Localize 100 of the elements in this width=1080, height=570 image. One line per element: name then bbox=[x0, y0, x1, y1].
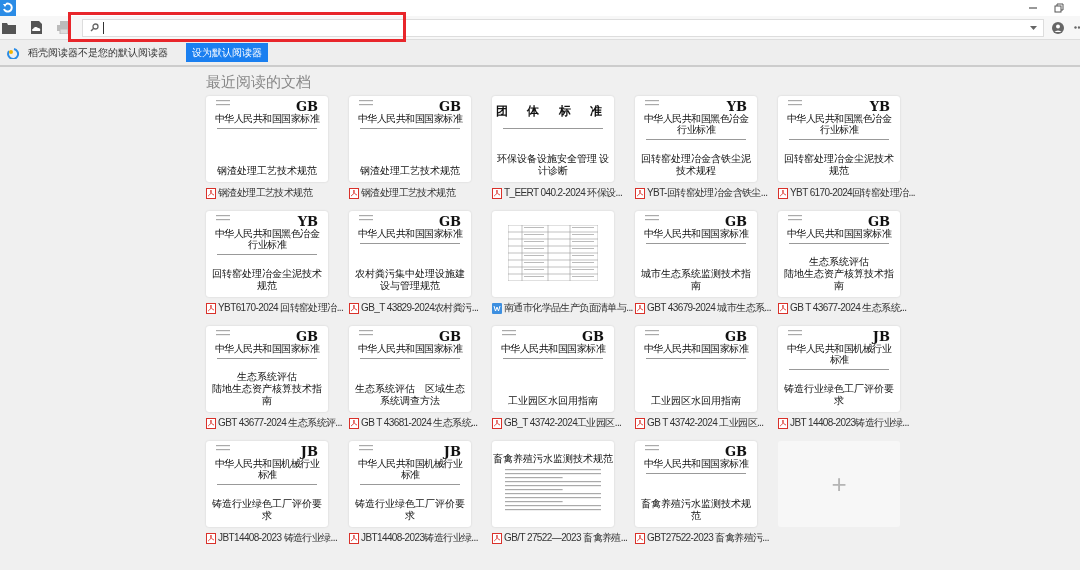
pdf-file-icon bbox=[635, 417, 645, 429]
document-thumbnail[interactable]: GB 中华人民共和国国家标准 生态系统评估 陆地生态资产核算技术指南 bbox=[206, 326, 328, 412]
search-field[interactable] bbox=[82, 18, 1044, 37]
document-name[interactable]: JBT14408-2023 铸造行业绿... bbox=[218, 532, 338, 544]
document-thumbnail[interactable]: YB 中华人民共和国黑色冶金行业标准 回转窑处理冶金含铁尘泥技术规程 bbox=[635, 96, 757, 182]
document-title: 回转窑处理冶金含铁尘泥技术规程 bbox=[640, 153, 752, 177]
standard-header: 中华人民共和国机械行业标准 bbox=[785, 343, 893, 365]
standard-mark: GB bbox=[581, 330, 604, 343]
document-name[interactable]: YBT6170-2024 回转窑处理冶... bbox=[218, 302, 344, 314]
user-icon[interactable] bbox=[1052, 21, 1064, 34]
document-thumbnail[interactable]: GB 中华人民共和国国家标准 农村粪污集中处理设施建设与管理规范 bbox=[349, 211, 471, 297]
document-thumbnail[interactable] bbox=[492, 211, 614, 297]
text-lines-drawing bbox=[788, 100, 802, 106]
text-lines-drawing bbox=[788, 330, 802, 336]
standard-mark: JB bbox=[872, 330, 890, 343]
document-thumbnail[interactable]: GB 中华人民共和国国家标准 生态系统评估 区域生态系统调查方法 bbox=[349, 326, 471, 412]
document-thumbnail[interactable]: YB 中华人民共和国黑色冶金行业标准 回转窑处理冶金尘泥技术规范 bbox=[206, 211, 328, 297]
document-thumbnail[interactable]: 畜禽养殖污水监测技术规范 bbox=[492, 441, 614, 527]
pdf-file-icon bbox=[206, 532, 216, 544]
document-thumbnail[interactable]: GB 中华人民共和国国家标准 工业园区水回用指南 bbox=[492, 326, 614, 412]
cloud-file-icon[interactable] bbox=[31, 21, 42, 34]
standard-mark: GB bbox=[724, 445, 747, 458]
standard-mark: GB bbox=[295, 330, 318, 343]
pdf-file-icon bbox=[635, 187, 645, 199]
document-name[interactable]: T_EERT 040.2-2024 环保设... bbox=[504, 187, 623, 199]
document-title: 农村粪污集中处理设施建设与管理规范 bbox=[354, 268, 466, 292]
document-name[interactable]: GB T 43681-2024 生态系统... bbox=[361, 417, 478, 429]
document-name[interactable]: 钢渣处理工艺技术规范 bbox=[218, 187, 312, 199]
document-thumbnail[interactable]: GB 中华人民共和国国家标准 城市生态系统监测技术指南 bbox=[635, 211, 757, 297]
document-title: 生态系统评估 bbox=[236, 371, 298, 383]
document-name[interactable]: GBT 43679-2024 城市生态系... bbox=[647, 302, 771, 314]
text-lines-drawing bbox=[645, 215, 659, 221]
document-name[interactable]: GBT 43677-2024 生态系统评... bbox=[218, 417, 342, 429]
pdf-file-icon bbox=[492, 417, 502, 429]
document-name[interactable]: GB_T 43829-2024农村粪污... bbox=[361, 302, 479, 314]
text-cursor bbox=[103, 21, 104, 34]
standard-header: 中华人民共和国国家标准 bbox=[357, 113, 463, 124]
set-default-button[interactable]: 设为默认阅读器 bbox=[186, 43, 268, 62]
document-name[interactable]: 钢渣处理工艺技术规范 bbox=[361, 187, 455, 199]
standard-mark: GB bbox=[438, 330, 461, 343]
document-thumbnail[interactable]: JB 中华人民共和国机械行业标准 铸造行业绿色工厂评价要求 bbox=[206, 441, 328, 527]
document-name[interactable]: GBT27522-2023 畜禽养殖污... bbox=[647, 532, 769, 544]
section-title: 最近阅读的文档 bbox=[206, 72, 312, 92]
word-file-icon bbox=[492, 302, 502, 314]
document-name[interactable]: GB T 43742-2024 工业园区... bbox=[647, 417, 764, 429]
document-title: 生态系统评估 区域生态系统调查方法 bbox=[354, 383, 466, 407]
standard-mark: YB bbox=[297, 215, 318, 228]
pdf-file-icon bbox=[349, 302, 359, 314]
document-title: 畜禽养殖污水监测技术规范 bbox=[493, 453, 613, 465]
standard-mark: JB bbox=[443, 445, 461, 458]
text-lines-drawing bbox=[216, 445, 230, 451]
pdf-file-icon bbox=[206, 302, 216, 314]
document-name[interactable]: GB/T 27522—2023 畜禽养殖... bbox=[504, 532, 628, 544]
document-title: 城市生态系统监测技术指南 bbox=[640, 268, 752, 292]
document-name[interactable]: YBT-回转窑处理冶金含铁尘... bbox=[647, 187, 768, 199]
document-thumbnail[interactable]: GB 中华人民共和国国家标准 钢渣处理工艺技术规范 bbox=[206, 96, 328, 182]
folder-icon[interactable] bbox=[2, 21, 16, 34]
document-thumbnail[interactable]: JB 中华人民共和国机械行业标准 铸造行业绿色工厂评价要求 bbox=[778, 326, 900, 412]
standard-mark: YB bbox=[726, 100, 747, 113]
document-thumbnail[interactable]: GB 中华人民共和国国家标准 钢渣处理工艺技术规范 bbox=[349, 96, 471, 182]
document-title: 铸造行业绿色工厂评价要求 bbox=[211, 498, 323, 522]
text-lines-drawing bbox=[216, 330, 230, 336]
document-thumbnail[interactable]: YB 中华人民共和国黑色冶金行业标准 回转窑处理冶金尘泥技术规范 bbox=[778, 96, 900, 182]
restore-icon[interactable] bbox=[1054, 3, 1064, 13]
text-lines-drawing bbox=[645, 100, 659, 106]
printer-icon[interactable] bbox=[57, 21, 71, 34]
document-name[interactable]: GB_T 43742-2024工业园区... bbox=[504, 417, 622, 429]
document-name[interactable]: JBT14408-2023铸造行业绿... bbox=[361, 532, 478, 544]
pdf-file-icon bbox=[778, 187, 788, 199]
standard-mark: GB bbox=[295, 100, 318, 113]
document-name[interactable]: GB T 43677-2024 生态系统... bbox=[790, 302, 907, 314]
document-thumbnail[interactable]: 团 体 标 准 环保设备设施安全管理 设计诊断 bbox=[492, 96, 614, 182]
document-title: 钢渣处理工艺技术规范 bbox=[217, 165, 317, 177]
standard-header: 中华人民共和国黑色冶金行业标准 bbox=[785, 113, 893, 135]
document-thumbnail[interactable]: JB 中华人民共和国机械行业标准 铸造行业绿色工厂评价要求 bbox=[349, 441, 471, 527]
notice-text: 稻壳阅读器不是您的默认阅读器 bbox=[28, 46, 168, 60]
document-name[interactable]: 南通市化学品生产负面清单与... bbox=[504, 302, 633, 314]
pdf-file-icon bbox=[635, 532, 645, 544]
more-icon[interactable] bbox=[1074, 26, 1080, 29]
document-thumbnail[interactable]: GB 中华人民共和国国家标准 生态系统评估 陆地生态资产核算技术指南 bbox=[778, 211, 900, 297]
standard-header: 中华人民共和国黑色冶金行业标准 bbox=[213, 228, 321, 250]
document-title: 铸造行业绿色工厂评价要求 bbox=[354, 498, 466, 522]
standard-header: 中华人民共和国机械行业标准 bbox=[356, 458, 464, 480]
pdf-file-icon bbox=[778, 302, 788, 314]
standard-header: 中华人民共和国国家标准 bbox=[786, 228, 892, 239]
dropdown-caret-icon[interactable] bbox=[1030, 25, 1037, 30]
text-lines-drawing bbox=[788, 215, 802, 221]
document-thumbnail[interactable]: GB 中华人民共和国国家标准 畜禽养殖污水监测技术规范 bbox=[635, 441, 757, 527]
text-lines-drawing bbox=[645, 445, 659, 451]
standard-mark: GB bbox=[724, 330, 747, 343]
document-name[interactable]: JBT 14408-2023铸造行业绿... bbox=[790, 417, 909, 429]
document-thumbnail[interactable]: GB 中华人民共和国国家标准 工业园区水回用指南 bbox=[635, 326, 757, 412]
document-title: 钢渣处理工艺技术规范 bbox=[360, 165, 460, 177]
document-name[interactable]: YBT 6170-2024回转窑处理冶... bbox=[790, 187, 915, 199]
pdf-file-icon bbox=[206, 187, 216, 199]
pdf-file-icon bbox=[635, 302, 645, 314]
standard-header: 中华人民共和国国家标准 bbox=[357, 343, 463, 354]
text-lines-drawing bbox=[359, 215, 373, 221]
search-icon bbox=[90, 23, 99, 32]
pdf-file-icon bbox=[778, 417, 788, 429]
